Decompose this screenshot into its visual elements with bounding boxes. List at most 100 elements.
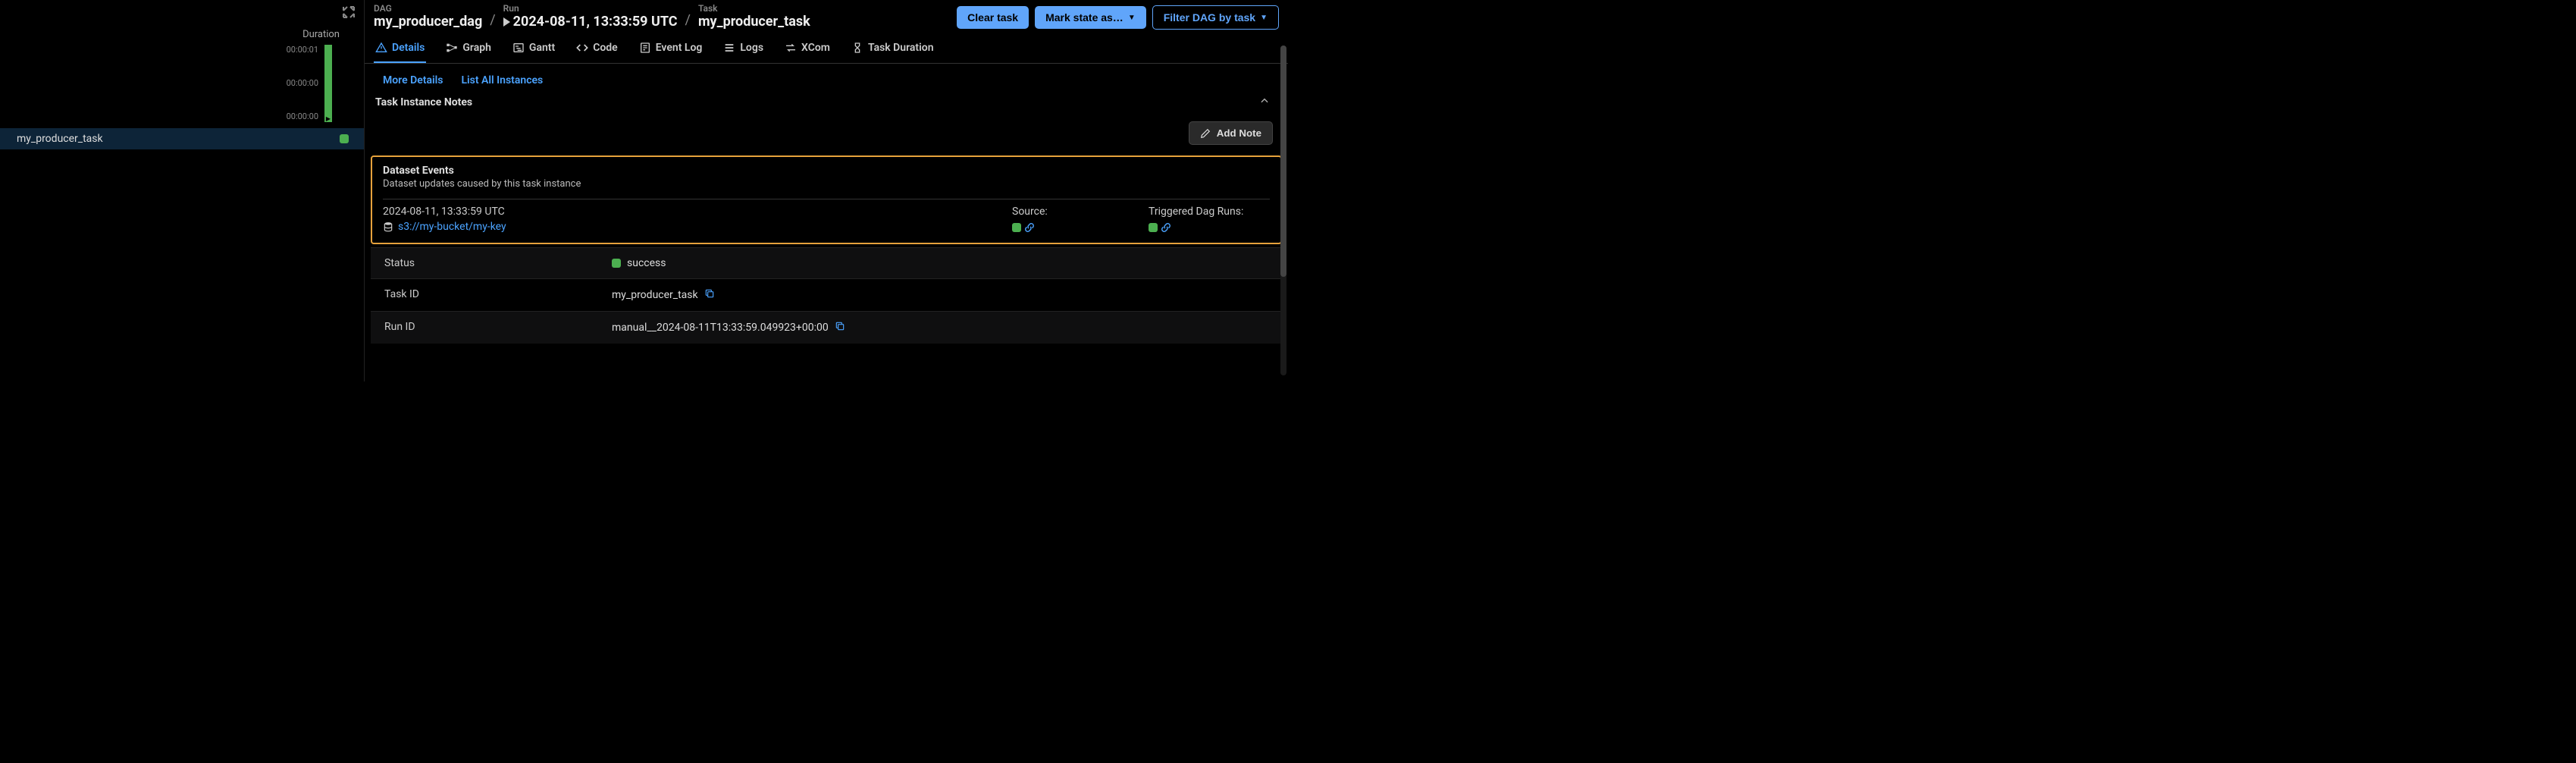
copy-icon[interactable] [704,288,715,302]
status-square-icon[interactable] [340,134,349,143]
detail-value: success [612,257,666,269]
tick-label: 00:00:00 [287,78,318,88]
list-all-instances-link[interactable]: List All Instances [461,74,543,86]
tab-label: Graph [462,42,491,54]
tick-label: 00:00:00 [287,111,318,121]
right-panel: DAG my_producer_dag / Run 2024-08-11, 13… [364,0,1288,382]
tab-label: XCom [801,42,830,54]
detail-label: Status [384,257,612,269]
duration-bar[interactable] [324,45,332,118]
breadcrumb-dag[interactable]: DAG my_producer_dag [374,3,482,30]
detail-value: manual__2024-08-11T13:33:59.049923+00:00 [612,321,845,334]
header-row: DAG my_producer_dag / Run 2024-08-11, 13… [365,0,1288,34]
status-square-icon [612,259,621,268]
tick-label: 00:00:01 [287,45,318,55]
dataset-event-row: 2024-08-11, 13:33:59 UTC s3://my-bucket/… [383,199,1270,235]
tab-label: Gantt [529,42,555,54]
content-area: More Details List All Instances Task Ins… [365,64,1288,382]
tab-graph[interactable]: Graph [444,34,493,63]
tab-event-log[interactable]: Event Log [638,34,704,63]
breadcrumb-run-text: 2024-08-11, 13:33:59 UTC [513,14,678,30]
add-note-label: Add Note [1217,127,1261,139]
add-note-button[interactable]: Add Note [1189,121,1273,145]
add-note-row: Add Note [365,115,1288,155]
triggered-link[interactable] [1149,222,1171,233]
tab-label: Task Duration [868,42,934,54]
chevron-down-icon: ▼ [1260,14,1268,22]
mark-state-label: Mark state as… [1045,11,1123,24]
chevron-down-icon: ▼ [1128,14,1136,22]
dataset-events-title: Dataset Events [383,165,1270,177]
breadcrumb-run[interactable]: Run 2024-08-11, 13:33:59 UTC [503,3,678,30]
collapse-icon[interactable] [343,6,355,21]
dataset-source-col: Source: [1012,206,1149,235]
status-square-icon [1012,223,1021,232]
detail-label: Task ID [384,288,612,302]
database-icon [383,221,393,232]
duration-section: Duration 00:00:01 00:00:00 00:00:00 ▶ [0,29,364,121]
status-text: success [627,257,666,269]
details-table: Status success Task ID my_producer_task [371,247,1282,344]
filter-dag-label: Filter DAG by task [1164,11,1255,24]
task-tree-label: my_producer_task [17,133,103,145]
breadcrumb-label: Run [503,3,678,14]
source-label: Source: [1012,206,1149,218]
copy-icon[interactable] [835,321,845,334]
breadcrumb-value: my_producer_dag [374,14,482,30]
dataset-events-subtitle: Dataset updates caused by this task inst… [383,178,1270,190]
breadcrumb-label: DAG [374,3,482,14]
scrollbar-thumb[interactable] [1280,46,1286,277]
source-link[interactable] [1012,222,1035,233]
breadcrumb-value: 2024-08-11, 13:33:59 UTC [503,14,678,30]
pencil-icon [1200,128,1211,139]
detail-row-task-id: Task ID my_producer_task [371,278,1282,311]
breadcrumb-label: Task [698,3,810,14]
duration-label: Duration [0,29,349,40]
chevron-up-icon[interactable] [1259,96,1270,109]
filter-dag-button[interactable]: Filter DAG by task ▼ [1152,5,1279,30]
header-buttons: Clear task Mark state as… ▼ Filter DAG b… [957,5,1279,30]
breadcrumb-separator: / [678,12,698,28]
mark-state-button[interactable]: Mark state as… ▼ [1035,6,1146,29]
play-marker-icon[interactable]: ▶ [324,115,332,122]
detail-label: Run ID [384,321,612,334]
clear-task-button[interactable]: Clear task [957,6,1029,29]
scrollbar[interactable] [1280,46,1286,375]
tab-label: Code [593,42,618,54]
tab-code[interactable]: Code [575,34,619,63]
sub-links: More Details List All Instances [365,64,1288,94]
triggered-label: Triggered Dag Runs: [1149,206,1270,218]
dataset-events-box: Dataset Events Dataset updates caused by… [371,155,1282,244]
run-id-text: manual__2024-08-11T13:33:59.049923+00:00 [612,322,829,334]
dataset-event-timestamp: 2024-08-11, 13:33:59 UTC [383,206,1012,218]
more-details-link[interactable]: More Details [383,74,443,86]
notes-section-header[interactable]: Task Instance Notes [365,94,1288,115]
tab-label: Event Log [656,42,703,54]
link-icon [1024,222,1035,233]
tab-label: Logs [740,42,763,54]
breadcrumb-value: my_producer_task [698,14,810,30]
link-icon [1161,222,1171,233]
play-icon [503,17,510,27]
tab-gantt[interactable]: Gantt [511,34,556,63]
detail-row-run-id: Run ID manual__2024-08-11T13:33:59.04992… [371,311,1282,344]
breadcrumb-task[interactable]: Task my_producer_task [698,3,810,30]
task-tree-row[interactable]: my_producer_task [0,128,364,149]
status-square-icon [1149,223,1158,232]
tab-details[interactable]: Details [374,34,426,63]
breadcrumb-separator: / [482,12,503,28]
dataset-event-left: 2024-08-11, 13:33:59 UTC s3://my-bucket/… [383,206,1012,235]
left-panel: Duration 00:00:01 00:00:00 00:00:00 ▶ my… [0,0,364,382]
notes-title: Task Instance Notes [375,96,472,108]
tab-xcom[interactable]: XCom [783,34,832,63]
dataset-triggered-col: Triggered Dag Runs: [1149,206,1270,235]
tab-logs[interactable]: Logs [722,34,765,63]
detail-row-status: Status success [371,247,1282,278]
tab-task-duration[interactable]: Task Duration [850,34,935,63]
detail-value: my_producer_task [612,288,715,302]
tabs-row: Details Graph Gantt Code Event Log Logs [365,34,1288,64]
duration-chart: 00:00:01 00:00:00 00:00:00 ▶ [0,45,349,121]
dataset-uri-link[interactable]: s3://my-bucket/my-key [398,221,506,233]
tab-label: Details [392,42,425,54]
task-id-text: my_producer_task [612,289,698,301]
